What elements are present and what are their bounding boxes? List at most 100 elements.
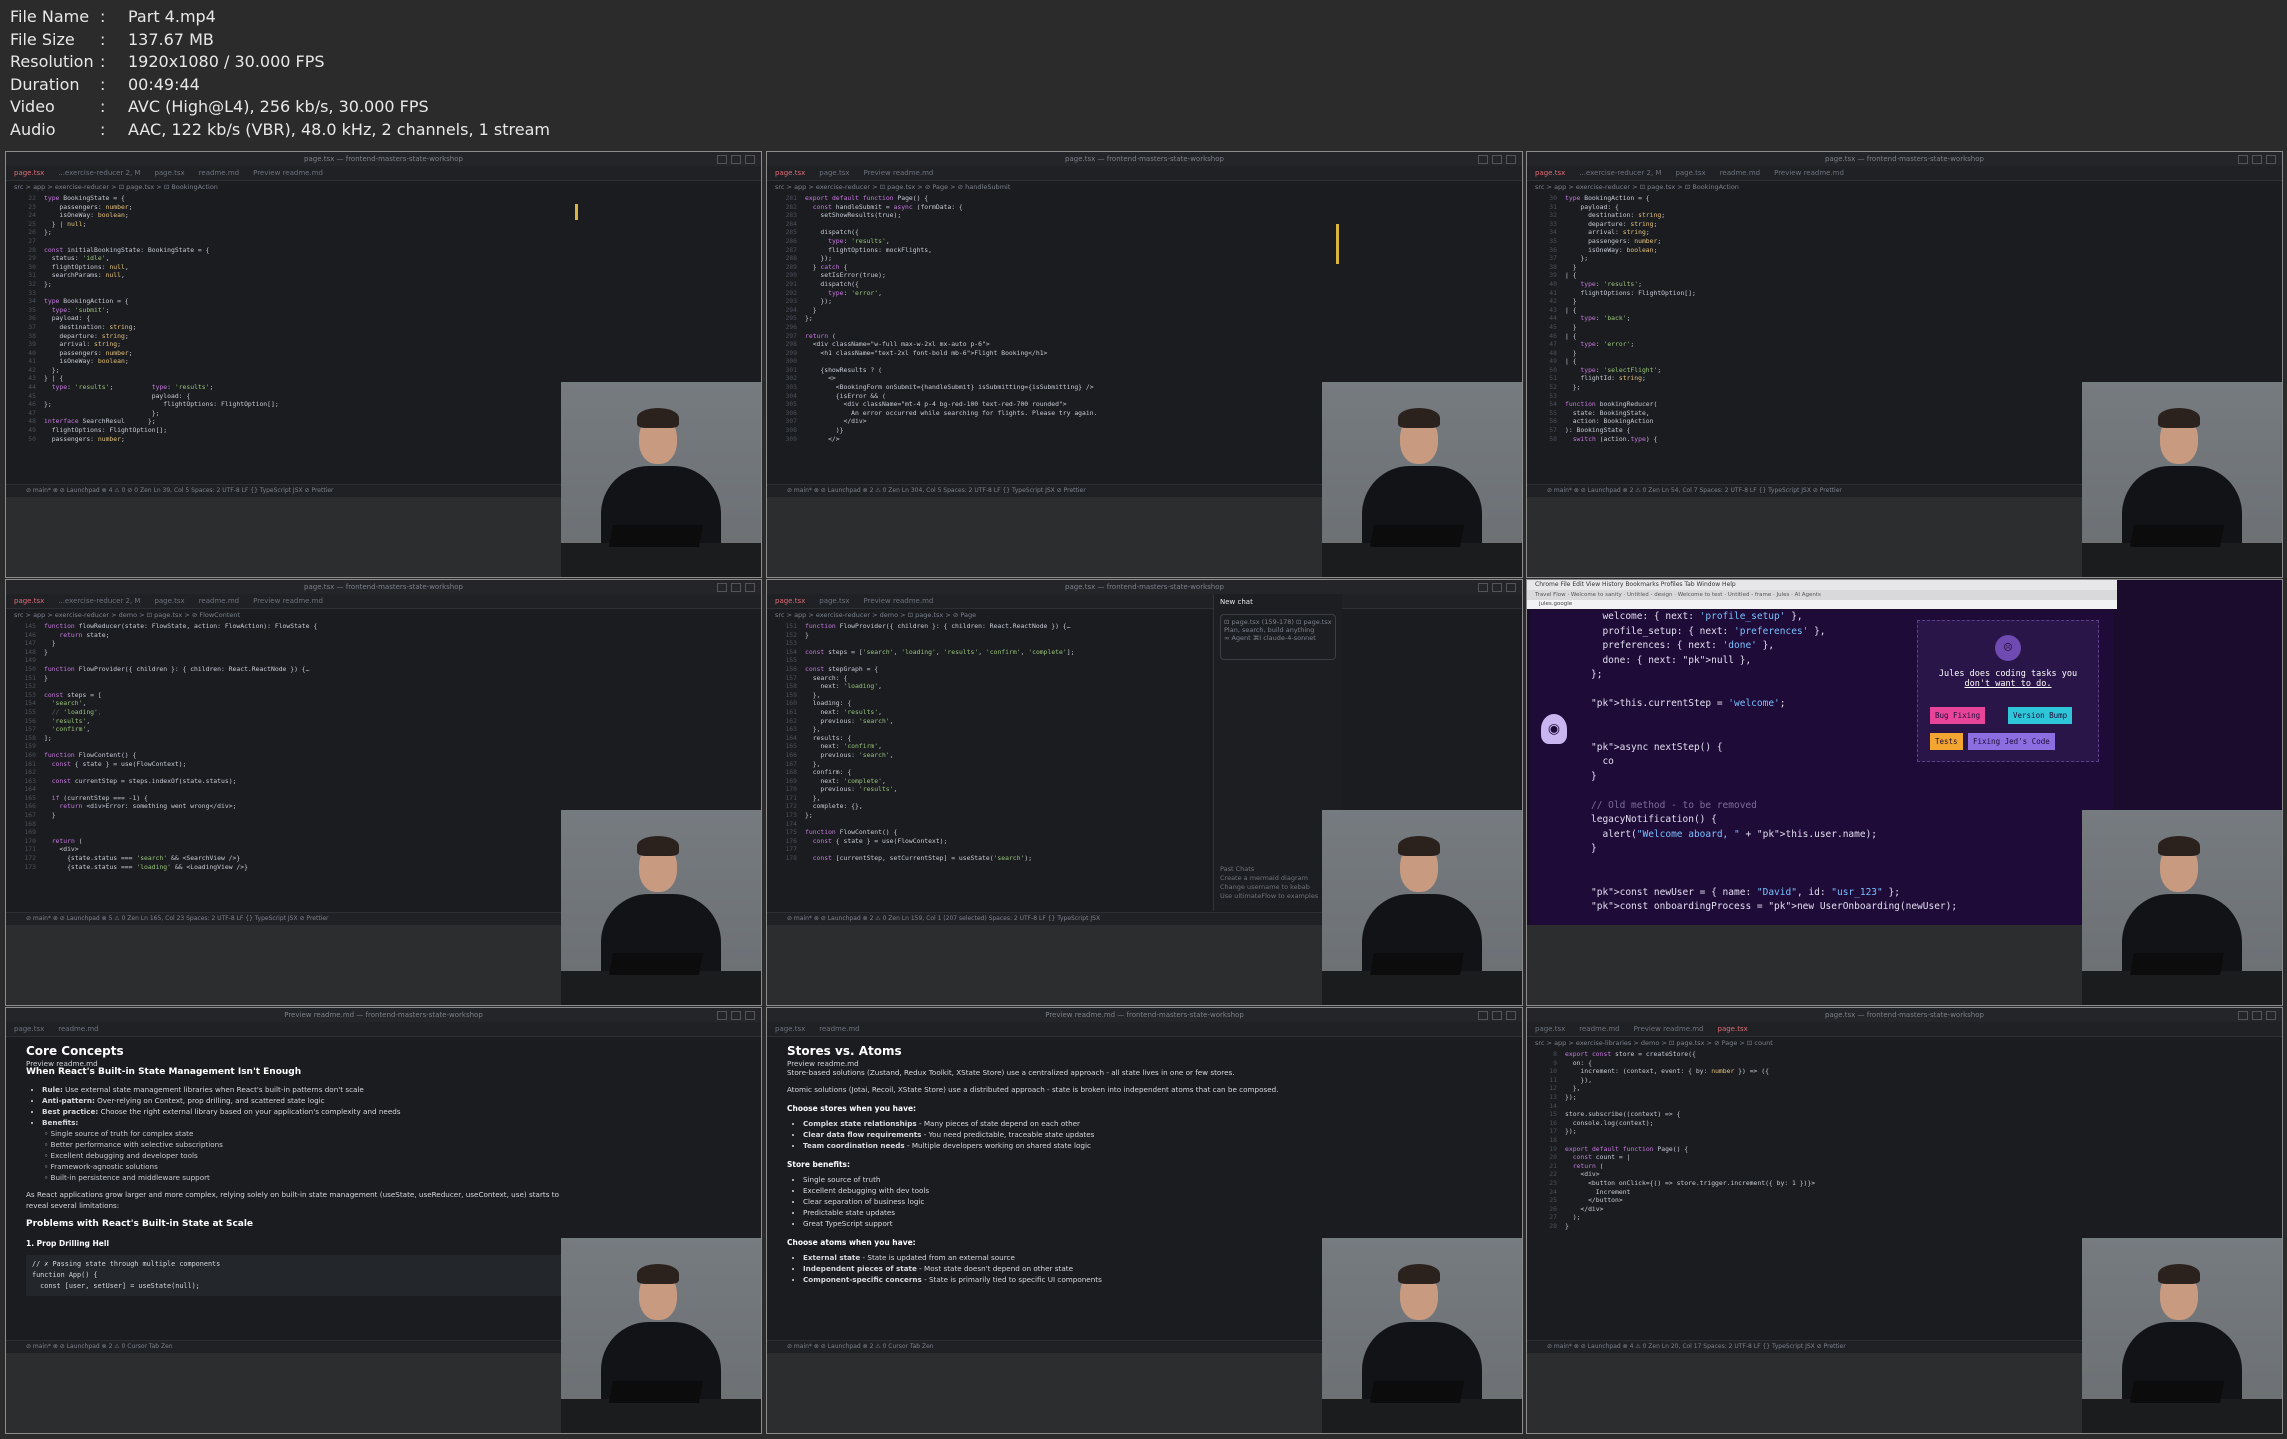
tab-exercise[interactable]: ...exercise-reducer 2, M <box>58 594 140 608</box>
thumbnail-7[interactable]: Preview readme.md — frontend-masters-sta… <box>5 1007 762 1434</box>
tab-page-tsx[interactable]: page.tsx <box>1535 166 1565 180</box>
past-chat-item[interactable]: Use ultimateFlow to examples <box>1220 892 1336 901</box>
line-number: 161 <box>785 707 797 716</box>
tab-page-tsx-2[interactable]: page.tsx <box>1718 1022 1748 1036</box>
tab-readme[interactable]: readme.md <box>199 594 239 608</box>
line-number: 152 <box>24 682 36 691</box>
code-text: }); <box>1565 1092 1577 1101</box>
tab-readme[interactable]: readme.md <box>819 1022 859 1036</box>
code-text: destination: string; <box>1565 211 1666 220</box>
tab-page-tsx[interactable]: page.tsx <box>775 166 805 180</box>
agent-selector[interactable]: ∞ Agent ⌘I claude-4-sonnet <box>1224 634 1332 642</box>
code-text: isOneWay: boolean; <box>1565 245 1658 254</box>
code-editor[interactable]: 151 function FlowProvider({ children }: {… <box>767 622 1141 911</box>
tab-preview-readme[interactable]: Preview readme.md <box>864 166 934 180</box>
past-chat-item[interactable]: Create a mermaid diagram <box>1220 874 1336 883</box>
tab-page-tsx-2[interactable]: page.tsx <box>1675 166 1705 180</box>
thumbnail-9[interactable]: page.tsx — frontend-masters-state-worksh… <box>1526 1007 2283 1434</box>
list-item: External state - State is updated from a… <box>803 1252 1322 1263</box>
code-text: Increment <box>1565 1187 1631 1196</box>
code-line: 167 } <box>10 811 580 820</box>
thumbnail-5[interactable]: page.tsx — frontend-masters-state-worksh… <box>766 579 1523 1006</box>
tab-readme[interactable]: readme.md <box>58 1022 98 1036</box>
line-number: 169 <box>785 776 797 785</box>
fixing-jeds-code-button[interactable]: Fixing Jed's Code <box>1968 733 2055 750</box>
past-chat-item[interactable]: Change username to kebab <box>1220 883 1336 892</box>
tab-page-tsx[interactable]: page.tsx <box>1535 1022 1565 1036</box>
line-number: 306 <box>785 408 797 417</box>
code-text: dispatch({ <box>805 279 859 288</box>
bug-fixing-button[interactable]: Bug Fixing <box>1930 707 1986 724</box>
tab-page-tsx[interactable]: page.tsx <box>14 594 44 608</box>
line-number: 50 <box>1549 365 1557 374</box>
code-line: 8 export const store = createStore({ <box>1531 1050 2101 1059</box>
code-text: } <box>44 639 56 648</box>
atoms-when-list: External state - State is updated from a… <box>787 1252 1322 1285</box>
tab-page-tsx-2[interactable]: page.tsx <box>819 594 849 608</box>
line-number: 285 <box>785 228 797 237</box>
line-number: 147 <box>24 639 36 648</box>
version-bump-button[interactable]: Version Bump <box>2008 707 2073 724</box>
tab-page-tsx-2[interactable]: page.tsx <box>154 594 184 608</box>
code-editor[interactable]: 145 function flowReducer(state: FlowState… <box>6 622 580 911</box>
code-line: 283 setShowResults(true); <box>771 211 1341 220</box>
tab-preview-readme[interactable]: Preview readme.md <box>1634 1022 1704 1036</box>
code-text: const [currentStep, setCurrentStep] = us… <box>812 854 1033 863</box>
promo-line-2: don't want to do. <box>1964 679 2052 689</box>
thumbnail-2[interactable]: page.tsx — frontend-masters-state-worksh… <box>766 151 1523 578</box>
chat-placeholder: Plan, search, build anything <box>1224 626 1315 634</box>
code-text: passengers: number; <box>44 434 125 443</box>
line-number: 51 <box>1549 374 1557 383</box>
tab-readme[interactable]: readme.md <box>1720 166 1760 180</box>
address-bar[interactable]: jules.google <box>1527 600 2117 609</box>
code-line: 41 isOneWay: boolean; <box>10 357 580 366</box>
code-line: 150 function FlowProvider({ children }: {… <box>10 665 580 674</box>
tab-preview-readme[interactable]: Preview readme.md <box>253 594 323 608</box>
code-line: 302 <> <box>771 374 1341 383</box>
code-editor[interactable]: 30 type BookingAction = {31 payload: {32 … <box>1527 194 2101 483</box>
code-editor[interactable]: 22 type BookingState = {23 passengers: nu… <box>6 194 580 483</box>
browser-tabs[interactable]: Travel Flow · Welcome to sanity · Untitl… <box>1527 590 2117 600</box>
thumbnail-4[interactable]: page.tsx — frontend-masters-state-worksh… <box>5 579 762 1006</box>
tab-page-tsx[interactable]: page.tsx <box>775 1022 805 1036</box>
tests-button[interactable]: Tests <box>1930 733 1963 750</box>
tab-preview-readme[interactable]: Preview readme.md <box>864 594 934 608</box>
breadcrumb: src > app > exercise-reducer > ⊡ page.ts… <box>14 183 218 191</box>
code-editor[interactable]: 8 export const store = createStore({9 on:… <box>1527 1050 2101 1339</box>
code-text: flightOptions: FlightOption[]; <box>44 426 168 435</box>
line-number: 26 <box>1549 1204 1557 1213</box>
tab-page-tsx-2[interactable]: page.tsx <box>819 166 849 180</box>
tab-preview-readme[interactable]: Preview readme.md <box>253 166 323 180</box>
thumbnail-8[interactable]: Preview readme.md — frontend-masters-sta… <box>766 1007 1523 1434</box>
code-line: 19 export default function Page() { <box>1531 1145 2101 1154</box>
breadcrumb: src > app > exercise-reducer > ⊡ page.ts… <box>1535 183 1739 191</box>
tab-page-tsx[interactable]: page.tsx <box>14 166 44 180</box>
thumbnail-3[interactable]: page.tsx — frontend-masters-state-worksh… <box>1526 151 2283 578</box>
code-text: function FlowContent() { <box>805 828 898 837</box>
code-text: const handleSubmit = async (formData: { <box>812 202 963 211</box>
line-number: 49 <box>1549 357 1557 366</box>
thumbnail-6[interactable]: Chrome File Edit View History Bookmarks … <box>1526 579 2283 1006</box>
line-number: 293 <box>785 297 797 306</box>
code-editor[interactable]: 281 export default function Page() {282 c… <box>767 194 1341 483</box>
code-line: 172 complete: {}, <box>771 802 1141 811</box>
tab-readme[interactable]: readme.md <box>1579 1022 1619 1036</box>
tab-readme[interactable]: readme.md <box>199 166 239 180</box>
tab-exercise[interactable]: ...exercise-reducer 2, M <box>1579 166 1661 180</box>
chat-input[interactable]: ⊡ page.tsx (159-178) ⊡ page.tsx Plan, se… <box>1220 614 1336 660</box>
tab-preview-readme[interactable]: Preview readme.md <box>1774 166 1844 180</box>
line-number: 57 <box>1549 426 1557 435</box>
tab-page-tsx-2[interactable]: page.tsx <box>154 166 184 180</box>
code-text: payload: { <box>1565 202 1619 211</box>
subsection-heading: Choose atoms when you have: <box>787 1238 916 1247</box>
thumbnail-1[interactable]: page.tsx — frontend-masters-state-worksh… <box>5 151 762 578</box>
line-number: 294 <box>785 305 797 314</box>
tab-page-tsx[interactable]: page.tsx <box>775 594 805 608</box>
line-number: 165 <box>785 742 797 751</box>
code-text: type BookingState = { <box>44 194 125 202</box>
code-text: arrival: string; <box>1565 228 1650 237</box>
code-line: 41 flightOptions: FlightOption[]; <box>1531 289 2101 298</box>
tab-page-tsx[interactable]: page.tsx <box>14 1022 44 1036</box>
tab-exercise[interactable]: ...exercise-reducer 2, M <box>58 166 140 180</box>
line-number: 152 <box>785 630 797 639</box>
